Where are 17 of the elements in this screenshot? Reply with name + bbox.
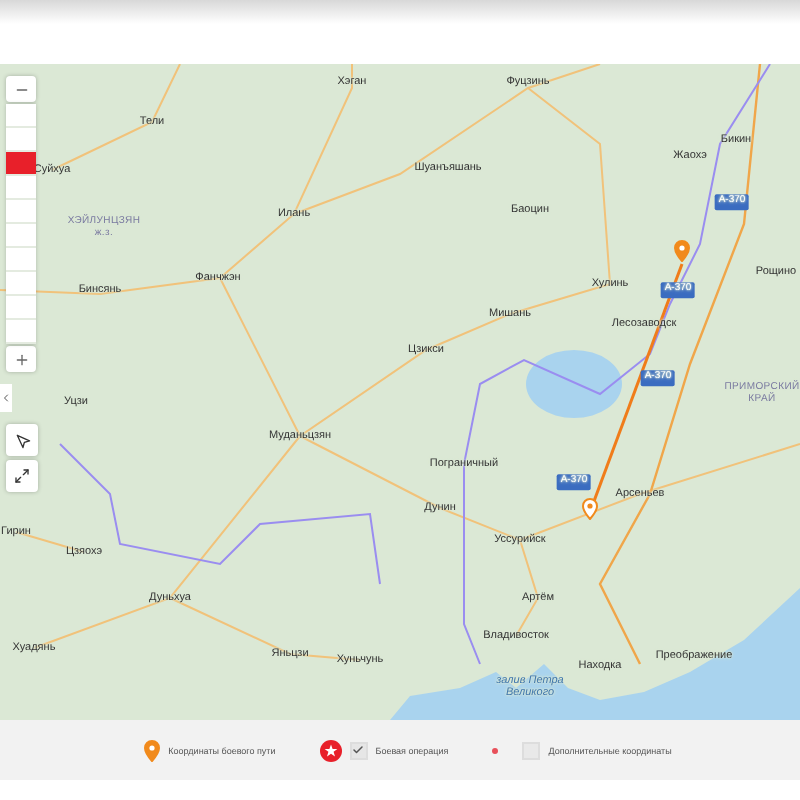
map-pin-icon	[674, 240, 690, 262]
fullscreen-button[interactable]	[6, 460, 38, 492]
zoom-slider[interactable]	[6, 104, 36, 344]
check-icon	[352, 744, 365, 756]
zoom-in-button[interactable]	[6, 346, 36, 372]
navigation-button[interactable]	[6, 424, 38, 456]
map-pin-icon	[144, 739, 161, 761]
expand-icon	[14, 468, 30, 484]
map-pin-icon	[582, 498, 598, 520]
zoom-slider-thumb[interactable]	[6, 151, 36, 174]
checkbox[interactable]	[349, 741, 368, 759]
zoom-out-button[interactable]	[6, 76, 36, 102]
plus-icon	[13, 351, 29, 367]
chevron-left-icon	[0, 392, 12, 404]
dot-icon	[492, 747, 499, 753]
star-icon	[319, 739, 342, 761]
collapse-tab[interactable]	[0, 384, 12, 412]
